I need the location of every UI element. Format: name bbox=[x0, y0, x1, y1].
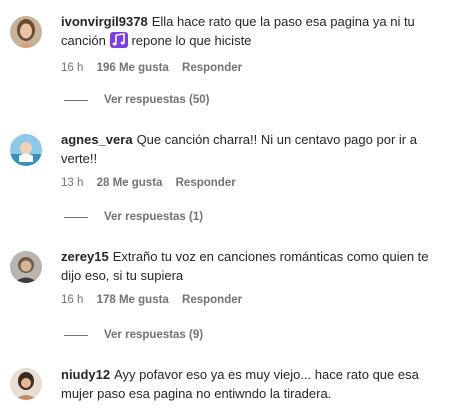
view-replies-label[interactable]: Ver respuestas (50) bbox=[104, 94, 209, 106]
comment-username[interactable]: niudy12 bbox=[61, 367, 110, 382]
music-note-icon bbox=[110, 32, 129, 53]
replies-divider bbox=[64, 334, 88, 336]
view-replies-button[interactable]: Ver respuestas (1) bbox=[64, 211, 203, 223]
like-count[interactable]: 178 Me gusta bbox=[97, 294, 169, 306]
replies-divider bbox=[64, 216, 88, 218]
comment-text: niudy12 Ayy pofavor eso ya es muy viejo..… bbox=[61, 365, 449, 403]
view-replies-label[interactable]: Ver respuestas (9) bbox=[104, 329, 203, 341]
like-count[interactable]: 196 Me gusta bbox=[97, 62, 169, 74]
avatar[interactable] bbox=[10, 134, 42, 166]
replies-divider bbox=[64, 99, 88, 101]
comment-body: Ayy pofavor eso ya es muy viejo... hace … bbox=[61, 367, 419, 401]
comment-time: 16 h bbox=[61, 62, 84, 74]
reply-button[interactable]: Responder bbox=[182, 62, 242, 74]
view-replies-label[interactable]: Ver respuestas (1) bbox=[104, 211, 203, 223]
comment-meta: 13 h 28 Me gusta Responder bbox=[61, 177, 449, 189]
comment-username[interactable]: ivonvirgil9378 bbox=[61, 14, 148, 29]
like-count[interactable]: 28 Me gusta bbox=[97, 177, 163, 189]
comment-text: ivonvirgil9378 Ella hace rato que la paso… bbox=[61, 12, 449, 53]
reply-button[interactable]: Responder bbox=[176, 177, 236, 189]
comment-username[interactable]: agnes_vera bbox=[61, 132, 133, 147]
comment-meta: 16 h 196 Me gusta Responder bbox=[61, 62, 449, 74]
comment-text: zerey15 Extraño tu voz en canciones román… bbox=[61, 247, 449, 285]
comment-body: Extraño tu voz en canciones románticas c… bbox=[61, 249, 429, 283]
view-replies-button[interactable]: Ver respuestas (50) bbox=[64, 94, 209, 106]
comment-time: 13 h bbox=[61, 177, 84, 189]
reply-button[interactable]: Responder bbox=[182, 294, 242, 306]
comment-text: agnes_vera Que canción charra!! Ni un cen… bbox=[61, 130, 449, 168]
view-replies-button[interactable]: Ver respuestas (9) bbox=[64, 329, 203, 341]
avatar[interactable] bbox=[10, 368, 42, 400]
comment-time: 16 h bbox=[61, 294, 84, 306]
comments-feed: ivonvirgil9378 Ella hace rato que la paso… bbox=[0, 0, 457, 411]
comment-username[interactable]: zerey15 bbox=[61, 249, 109, 264]
avatar[interactable] bbox=[10, 251, 42, 283]
comment-meta: 16 h 178 Me gusta Responder bbox=[61, 294, 449, 306]
avatar[interactable] bbox=[10, 16, 42, 48]
comment-body-continued: repone lo que hiciste bbox=[131, 33, 252, 48]
